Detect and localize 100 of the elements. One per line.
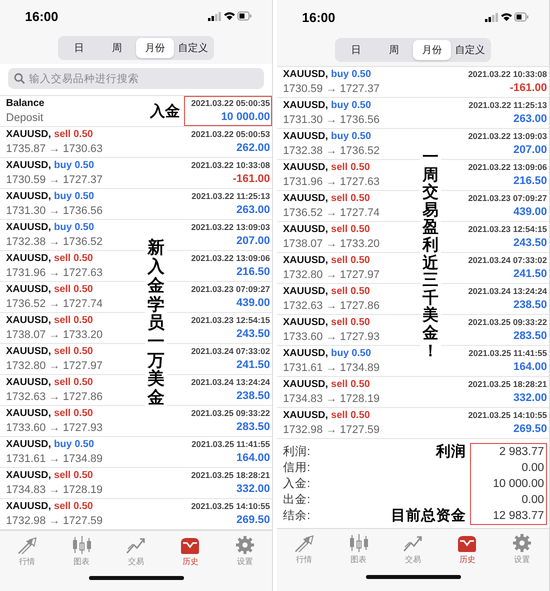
period-tab[interactable]: 日 [60,38,98,58]
deal-date: 2021.03.23 12:54:15 [191,314,270,328]
tab-bar-item[interactable]: 图表 [70,534,93,567]
deal-date: 2021.03.23 07:09:27 [191,283,270,296]
tab-bar-item[interactable]: 行情 [16,534,38,567]
price-range: 1732.80 → 1727.97 [283,268,380,282]
price-range: 1734.83 → 1728.19 [283,392,380,406]
deal-amount: 241.50 [236,358,270,374]
price-range: 1732.38 → 1736.52 [6,234,103,250]
summary-value: 12 983.77 [492,509,544,524]
deal-amount: 283.50 [513,329,547,344]
period-tab[interactable]: 周 [375,40,413,60]
deal-amount: 238.50 [513,298,547,313]
symbol-label: XAUUSD, [6,252,52,266]
deal-amount: 10 000.00 [221,110,270,126]
summary-value: 10 000.00 [492,477,544,492]
deal-date: 2021.03.25 18:28:21 [468,378,547,391]
order-label: sell 0.50 [54,500,93,514]
deal-amount: 241.50 [513,267,547,282]
candlestick-icon [70,534,93,555]
deal-date: 2021.03.22 10:33:08 [191,159,270,172]
period-tab[interactable]: 月份 [136,38,174,58]
symbol-label: XAUUSD, [6,344,52,359]
status-time: 16:00 [302,10,336,24]
price-range: 1732.63 → 1727.86 [6,390,103,405]
deal-date: 2021.03.22 10:33:08 [468,68,547,81]
deal-amount: 332.00 [513,391,547,406]
order-label: sell 0.50 [54,468,93,483]
summary-label: 入金: [283,476,310,490]
tab-bar-item[interactable]: 设置 [510,533,533,565]
price-range: 1732.98 → 1727.59 [283,422,380,438]
symbol-label: XAUUSD, [283,130,328,144]
price-range: 1731.61 → 1734.89 [283,360,380,376]
price-range: 1733.60 → 1727.93 [6,420,103,436]
inbox-icon [456,533,478,553]
deal-amount: 164.00 [513,360,547,375]
symbol-label: XAUUSD, [6,190,52,204]
period-tab[interactable]: 自定义 [174,38,212,58]
deal-date: 2021.03.25 14:10:55 [191,500,270,514]
settings-icon [510,533,533,553]
deal-date: 2021.03.22 11:25:13 [192,190,270,204]
order-label: sell 0.50 [54,314,93,328]
deal-date: 2021.03.25 14:10:55 [468,409,547,422]
deal-date: 2021.03.22 13:09:03 [468,130,547,143]
symbol-label: XAUUSD, [283,160,328,174]
annotation-text: 目前总资金 [390,506,466,524]
tab-bar-item[interactable]: 历史 [179,534,202,567]
deal-date: 2021.03.24 13:24:24 [468,285,547,298]
price-range: 1733.60 → 1727.93 [283,330,380,344]
period-tab[interactable]: 月份 [413,40,451,60]
symbol-label: XAUUSD, [283,98,328,112]
summary-label: 信用: [283,460,310,474]
order-label: buy 0.50 [331,98,372,112]
search-field[interactable]: 输入交易品种进行搜索 [8,68,264,90]
order-label: sell 0.50 [331,160,370,174]
deal-date: 2021.03.22 11:25:13 [468,99,547,112]
price-range: 1736.52 → 1727.74 [6,296,103,312]
search-icon [14,73,25,84]
arrows-icon [293,533,316,553]
price-range: 1732.63 → 1727.86 [283,298,380,314]
annotation-text: 新入金学员一万美金 [145,239,168,408]
price-range: 1732.98 → 1727.59 [6,514,103,529]
order-label: sell 0.50 [331,192,370,206]
deal-amount: -161.00 [510,81,547,96]
symbol-label: XAUUSD, [6,220,52,235]
symbol-label: XAUUSD, [283,316,328,330]
deal-date: 2021.03.22 05:00:35 [191,97,270,110]
symbol-label: XAUUSD, [283,254,328,268]
period-tab[interactable]: 周 [98,38,136,58]
symbol-label: XAUUSD, [283,192,328,206]
price-range: 1734.83 → 1728.19 [6,482,103,498]
tab-bar-item[interactable]: 图表 [348,533,370,565]
tab-bar-item[interactable]: 交易 [124,534,147,567]
deal-amount: 263.00 [513,112,547,127]
annotation-text: 入金 [150,102,180,122]
status-time: 16:00 [25,8,58,24]
summary-label: 出金: [283,492,310,506]
deal-amount: 207.00 [236,234,270,250]
summary-value: 2 983.77 [499,445,544,460]
tab-bar-item[interactable]: 交易 [402,533,424,565]
price-range: 1730.59 → 1727.37 [6,172,103,188]
tab-bar-item[interactable]: 历史 [456,533,478,565]
price-range: 1732.80 → 1727.97 [6,358,103,374]
order-label: sell 0.50 [54,282,93,297]
deal-amount: 269.50 [513,422,547,437]
deal-amount: -161.00 [232,172,270,188]
symbol-label: XAUUSD, [6,376,52,390]
tab-bar-item[interactable]: 行情 [293,533,316,565]
order-label: buy 0.50 [331,346,372,360]
deal-amount: 238.50 [236,389,270,404]
symbol-label: XAUUSD, [6,438,52,452]
settings-icon [234,534,256,555]
symbol-label: XAUUSD, [6,406,52,421]
period-tab[interactable]: 自定义 [451,40,489,60]
symbol-label: XAUUSD, [6,468,52,483]
period-tab[interactable]: 日 [337,40,375,60]
deal-date: 2021.03.24 13:24:24 [191,376,270,390]
deal-date: 2021.03.23 12:54:15 [468,223,547,236]
summary-label: 结余: [283,508,310,522]
tab-bar-item[interactable]: 设置 [234,534,256,567]
